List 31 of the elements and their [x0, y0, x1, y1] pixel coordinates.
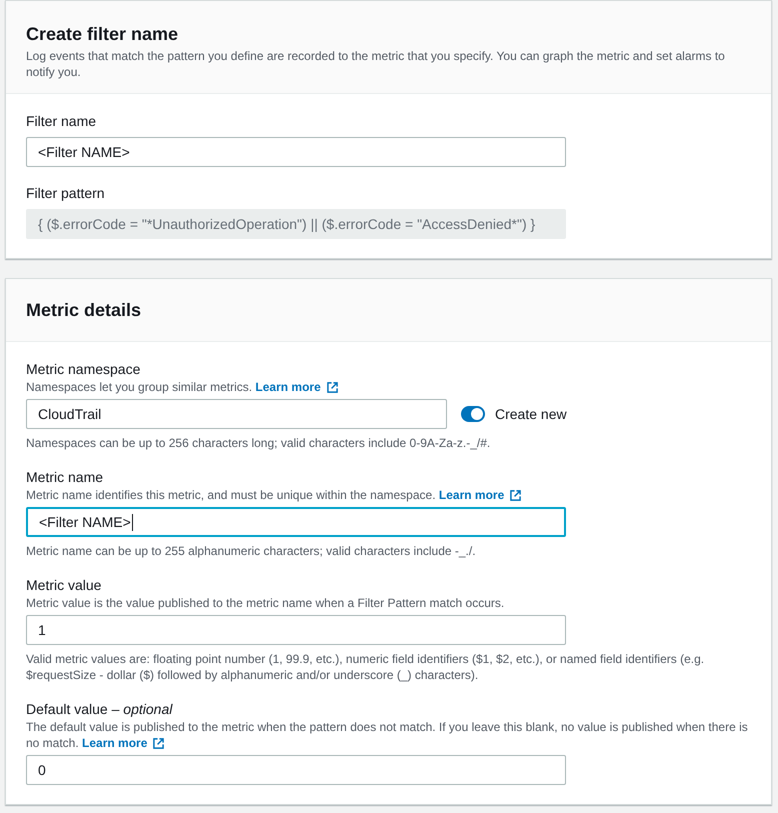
field-description: Namespaces let you group similar metrics. Learn more — [26, 379, 751, 395]
field-label: Metric namespace — [26, 360, 142, 379]
field-description: The default value is published to the metric when the pattern does not match. If you leave this blank, no value is published when there is no match. Learn more — [26, 719, 749, 751]
external-link-icon — [326, 382, 338, 392]
constraint-text: Valid metric values are: floating point number (1, 99.9, etc.), numeric field identifiers ($1, $2, etc.), or named field identifiers (e.g. $requestSize - dollar ($) followed by alphanumeric and/or underscore (_) characters). — [26, 651, 706, 683]
learn-more-link[interactable]: Learn more — [255, 379, 338, 395]
text-field[interactable]: <Filter NAME> — [26, 137, 566, 167]
text-field[interactable]: CloudTrail — [26, 399, 447, 429]
field-description: Metric value is the value published to the metric name when a Filter Pattern match occurs. — [26, 595, 506, 611]
text-field[interactable]: 1 — [26, 615, 566, 645]
learn-more-link[interactable]: Learn more — [82, 735, 164, 751]
constraint-text: Namespaces can be up to 256 characters long; valid characters include 0-9A-Za-z.-_/#. — [26, 435, 492, 451]
constraint-text: Metric name can be up to 255 alphanumeric characters; valid characters include -_./. — [26, 543, 477, 559]
panel-title: Create filter name — [26, 23, 180, 46]
external-link-icon — [153, 738, 164, 748]
field-description: Metric name identifies this metric, and must be unique within the namespace. Learn more — [26, 487, 751, 503]
field-label: Filter pattern — [26, 184, 106, 203]
toggle-switch[interactable] — [461, 406, 485, 422]
panel-description: Log events that match the pattern you define are recorded to the metric that you specify. You can graph the metric and set alarms to notify you. — [26, 48, 726, 80]
readonly-field: { ($.errorCode = "*UnauthorizedOperation") || ($.errorCode = "AccessDenied*") } — [26, 209, 566, 239]
text-field[interactable]: <Filter NAME> — [26, 507, 566, 537]
field-label: Metric name — [26, 468, 104, 487]
panel-title: Metric details — [26, 299, 142, 322]
toggle-label: Create new — [495, 406, 567, 422]
field-label: Metric value — [26, 576, 102, 595]
external-link-icon — [510, 490, 522, 500]
text-field[interactable]: 0 — [26, 755, 566, 785]
text-cursor — [132, 514, 133, 530]
learn-more-link[interactable]: Learn more — [438, 487, 522, 503]
field-label: Filter name — [26, 112, 98, 131]
field-label: Default value – optional — [26, 700, 174, 719]
